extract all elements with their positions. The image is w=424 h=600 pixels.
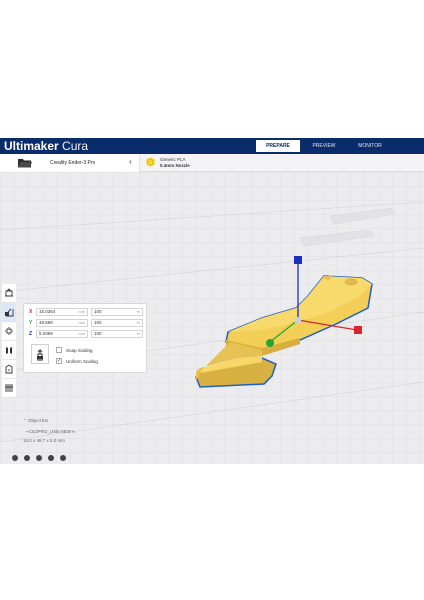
scale-y-percent-field[interactable]: 100% bbox=[91, 319, 143, 327]
printer-selector[interactable]: Creality Ender-3 Pro ‹ bbox=[0, 154, 140, 172]
support-blocker-tool[interactable] bbox=[2, 379, 16, 398]
svg-text:U: U bbox=[149, 160, 153, 166]
scale-row-x: X 15.0364 mm 100% bbox=[29, 308, 144, 317]
material-badge-icon[interactable]: U bbox=[146, 157, 155, 167]
tab-monitor[interactable]: MONITOR bbox=[348, 140, 392, 152]
chevron-left-icon[interactable]: ‹ bbox=[129, 157, 132, 166]
build-plate-viewport[interactable]: X 15.0364 mm 100% Y 48.698 mm 100% Z 5.036… bbox=[0, 172, 424, 464]
per-model-settings-icon[interactable] bbox=[4, 364, 14, 374]
z-axis-label: Z bbox=[29, 331, 33, 337]
scale-z-percent-field[interactable]: 100% bbox=[91, 330, 143, 338]
scale-panel: X 15.0364 mm 100% Y 48.698 mm 100% Z 5.036… bbox=[23, 303, 147, 373]
printer-name[interactable]: Creality Ender-3 Pro bbox=[50, 160, 95, 166]
stage-tabs: PREPARE PREVIEW MONITOR bbox=[256, 140, 394, 152]
move-tool-icon[interactable] bbox=[4, 288, 14, 298]
tab-prepare[interactable]: PREPARE bbox=[256, 140, 300, 152]
material-name[interactable]: Generic PLA bbox=[160, 157, 186, 162]
view-left-icon[interactable] bbox=[48, 455, 54, 461]
reset-scale-button[interactable] bbox=[31, 344, 49, 364]
per-model-settings-tool[interactable] bbox=[2, 360, 16, 379]
object-dimensions: 15.0 x 48.7 x 5.0 mm bbox=[23, 438, 66, 443]
uniform-scale-center bbox=[295, 317, 301, 323]
view-3d-icon[interactable] bbox=[12, 455, 18, 461]
app-logo: Ultimaker Cura bbox=[4, 139, 89, 153]
rotate-tool-icon[interactable] bbox=[4, 326, 14, 336]
view-orientation-buttons bbox=[12, 455, 72, 461]
snap-scaling-label: Snap Scaling bbox=[66, 348, 93, 353]
tab-preview[interactable]: PREVIEW bbox=[302, 140, 346, 152]
mirror-tool-icon[interactable] bbox=[4, 345, 14, 355]
object-list-item[interactable]: ▪ CE3PRO_USB NEW A bbox=[26, 429, 75, 434]
scale-row-y: Y 48.698 mm 100% bbox=[29, 319, 144, 328]
scale-y-mm-field[interactable]: 48.698 mm bbox=[36, 319, 88, 327]
scale-z-mm-field[interactable]: 5.0369 mm bbox=[36, 330, 88, 338]
x-axis-label: X bbox=[29, 309, 33, 315]
printer-header: Creality Ender-3 Pro ‹ U Generic PLA 0.4… bbox=[0, 154, 424, 172]
uniform-scaling-label: Uniform Scaling bbox=[66, 359, 98, 364]
object-list-header[interactable]: ⌃ Object list bbox=[23, 418, 48, 424]
open-file-icon[interactable] bbox=[17, 158, 33, 168]
cura-window: Ultimaker Cura PREPARE PREVIEW MONITOR C… bbox=[0, 138, 424, 464]
scale-x-percent-field[interactable]: 100% bbox=[91, 308, 143, 316]
y-axis-label: Y bbox=[29, 320, 33, 326]
scale-tool[interactable] bbox=[2, 303, 16, 322]
nozzle-size[interactable]: 0.4mm Nozzle bbox=[160, 163, 190, 168]
scale-tool-icon[interactable] bbox=[4, 307, 14, 317]
move-tool[interactable] bbox=[2, 284, 16, 303]
support-blocker-icon[interactable] bbox=[4, 383, 14, 393]
uniform-scaling-checkbox[interactable]: ✓ bbox=[56, 358, 62, 364]
y-axis-handle-end bbox=[266, 339, 274, 347]
z-axis-cube bbox=[294, 256, 302, 264]
scale-x-mm-field[interactable]: 15.0364 mm bbox=[36, 308, 88, 316]
snap-scaling-checkbox[interactable] bbox=[56, 347, 62, 353]
view-right-icon[interactable] bbox=[60, 455, 66, 461]
view-top-icon[interactable] bbox=[36, 455, 42, 461]
tool-sidebar bbox=[2, 284, 16, 398]
x-axis-cube bbox=[354, 326, 362, 334]
reset-scale-icon bbox=[37, 348, 43, 361]
rotate-tool[interactable] bbox=[2, 322, 16, 341]
title-bar: Ultimaker Cura PREPARE PREVIEW MONITOR bbox=[0, 138, 424, 154]
scale-row-z: Z 5.0369 mm 100% bbox=[29, 330, 144, 339]
view-front-icon[interactable] bbox=[24, 455, 30, 461]
mirror-tool[interactable] bbox=[2, 341, 16, 360]
